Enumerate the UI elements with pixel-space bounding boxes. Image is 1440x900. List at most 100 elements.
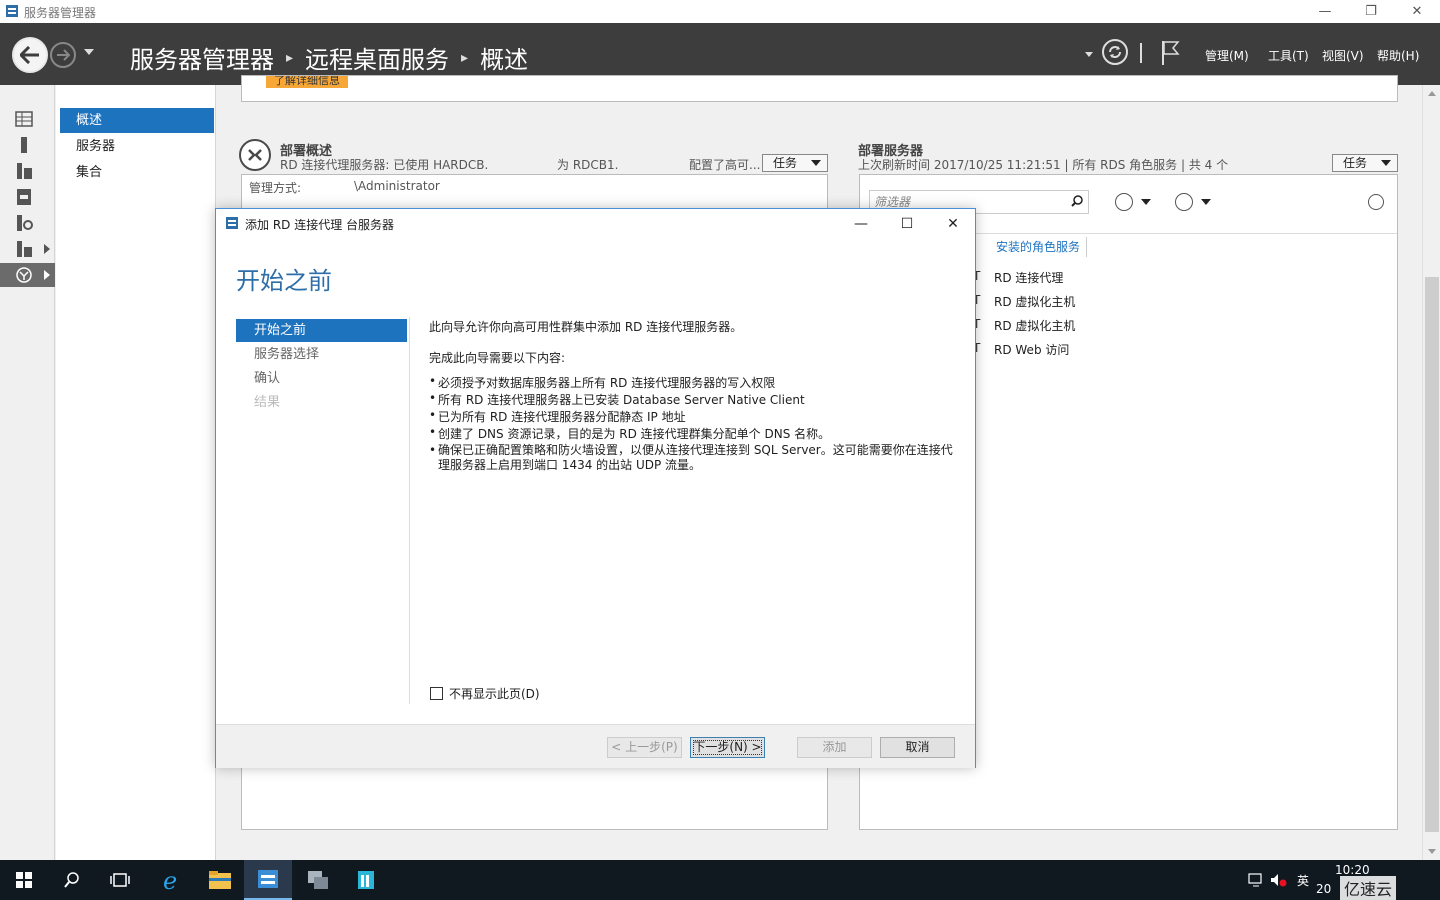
breadcrumb-item[interactable]: 概述 bbox=[480, 40, 528, 75]
welcome-panel: 了解详细信息 bbox=[241, 75, 1398, 102]
server-manager-icon bbox=[226, 217, 238, 229]
history-dropdown-icon[interactable] bbox=[84, 49, 94, 55]
save-query-icon[interactable] bbox=[1175, 193, 1193, 211]
column-header-roles[interactable]: 安装的角色服务 bbox=[990, 237, 1088, 257]
nav-item-overview[interactable]: 概述 bbox=[60, 108, 214, 133]
wizard-step-before-you-begin[interactable]: 开始之前 bbox=[236, 319, 407, 342]
rail-remote-desktop[interactable] bbox=[0, 263, 55, 287]
requirement-item: 创建了 DNS 资源记录，目的是为 RD 连接代理群集分配单个 DNS 名称。 bbox=[429, 425, 954, 442]
save-query-dropdown-icon[interactable] bbox=[1201, 199, 1211, 205]
wizard-heading: 开始之前 bbox=[236, 267, 332, 295]
dialog-close-button[interactable]: ✕ bbox=[930, 209, 976, 239]
vertical-scrollbar[interactable] bbox=[1422, 85, 1440, 860]
wizard-divider bbox=[409, 317, 410, 704]
icon-rail bbox=[0, 85, 55, 860]
forward-arrow-icon bbox=[57, 49, 70, 61]
remote-desktop-icon bbox=[16, 267, 32, 283]
watermark-logo: 亿速云 bbox=[1340, 876, 1397, 900]
start-button[interactable] bbox=[0, 860, 48, 900]
scroll-up-icon[interactable] bbox=[1428, 91, 1436, 96]
minimize-button[interactable]: — bbox=[1302, 0, 1348, 23]
deployment-overview-subtitle-mid: 为 RDCB1. bbox=[557, 158, 619, 172]
app-icon bbox=[358, 871, 374, 889]
nav-item-servers[interactable]: 服务器 bbox=[60, 134, 214, 159]
taskbar-server-manager[interactable] bbox=[244, 860, 292, 900]
iis-icon bbox=[17, 215, 33, 231]
task-view-icon bbox=[110, 873, 130, 887]
forward-button[interactable] bbox=[50, 42, 76, 68]
wizard-step-confirmation[interactable]: 确认 bbox=[236, 367, 407, 390]
breadcrumb-item[interactable]: 服务器管理器 bbox=[130, 40, 274, 75]
close-button[interactable]: ✕ bbox=[1394, 0, 1440, 23]
dialog-title: 添加 RD 连接代理 台服务器 bbox=[245, 218, 395, 232]
next-button[interactable]: 下一步(N) > bbox=[690, 737, 765, 758]
rail-iis[interactable] bbox=[0, 211, 55, 235]
wizard-step-server-selection[interactable]: 服务器选择 bbox=[236, 343, 407, 366]
expand-arrow-icon[interactable] bbox=[44, 270, 50, 280]
task-view-button[interactable] bbox=[96, 860, 144, 900]
rail-local-server[interactable] bbox=[0, 133, 55, 157]
requirement-item: 所有 RD 连接代理服务器上已安装 Database Server Native… bbox=[429, 391, 954, 408]
taskbar-explorer[interactable] bbox=[196, 860, 244, 900]
taskbar-network-tool[interactable] bbox=[294, 860, 342, 900]
scroll-thumb[interactable] bbox=[1425, 277, 1439, 832]
learn-more-button[interactable]: 了解详细信息 bbox=[266, 76, 348, 88]
volume-muted-icon[interactable] bbox=[1270, 873, 1288, 887]
network-icon[interactable] bbox=[1248, 873, 1264, 887]
internet-explorer-icon: e bbox=[163, 868, 177, 892]
menu-view[interactable]: 视图(V) bbox=[1322, 47, 1364, 64]
search-icon bbox=[64, 872, 79, 888]
breadcrumb: 服务器管理器 ▸ 远程桌面服务 ▸ 概述 bbox=[130, 40, 528, 75]
overview-tasks-button[interactable]: 任务 bbox=[762, 154, 828, 172]
previous-button: < 上一步(P) bbox=[607, 737, 682, 758]
add-button: 添加 bbox=[797, 737, 872, 758]
collapse-icon[interactable] bbox=[1368, 194, 1384, 210]
scroll-down-icon[interactable] bbox=[1428, 849, 1436, 854]
filter-placeholder: 筛选器 bbox=[874, 195, 911, 209]
wizard-intro: 此向导允许你向高可用性群集中添加 RD 连接代理服务器。 bbox=[429, 320, 743, 334]
table-row[interactable]: RD 虚拟化主机 bbox=[994, 293, 1075, 310]
taskbar-ie[interactable]: e bbox=[148, 860, 196, 900]
menu-help[interactable]: 帮助(H) bbox=[1377, 47, 1419, 64]
window-titlebar: 服务器管理器 — ❐ ✕ bbox=[0, 0, 1440, 23]
dialog-minimize-button[interactable]: — bbox=[838, 209, 884, 239]
server-manager-icon bbox=[258, 870, 278, 888]
list-options-icon[interactable] bbox=[1115, 193, 1133, 211]
rail-dashboard[interactable] bbox=[0, 107, 55, 131]
nav-list: 概述 服务器 集合 bbox=[56, 85, 216, 860]
breadcrumb-separator-icon: ▸ bbox=[286, 49, 294, 66]
list-options-dropdown-icon[interactable] bbox=[1141, 199, 1151, 205]
clock-time[interactable]: 10:20 bbox=[1335, 863, 1370, 877]
table-row[interactable]: RD Web 访问 bbox=[994, 341, 1069, 358]
table-row[interactable]: RD 虚拟化主机 bbox=[994, 317, 1075, 334]
requirement-item: 已为所有 RD 连接代理服务器分配静态 IP 地址 bbox=[429, 408, 954, 425]
rail-file-services[interactable] bbox=[0, 237, 55, 261]
back-arrow-icon bbox=[20, 46, 39, 64]
servers-tasks-button[interactable]: 任务 bbox=[1332, 154, 1398, 172]
rail-all-servers[interactable] bbox=[0, 159, 55, 183]
breadcrumb-item[interactable]: 远程桌面服务 bbox=[305, 40, 449, 75]
table-row[interactable]: RD 连接代理 bbox=[994, 269, 1063, 286]
search-icon[interactable] bbox=[1071, 195, 1083, 207]
cancel-button[interactable]: 取消 bbox=[880, 737, 955, 758]
search-button[interactable] bbox=[48, 860, 96, 900]
clock-date[interactable]: 20 bbox=[1316, 882, 1331, 896]
notifications-flag-icon[interactable] bbox=[1160, 40, 1180, 66]
expand-arrow-icon[interactable] bbox=[44, 244, 50, 254]
nav-item-collections[interactable]: 集合 bbox=[60, 160, 214, 185]
menu-manage[interactable]: 管理(M) bbox=[1205, 47, 1249, 64]
wizard-step-results: 结果 bbox=[254, 395, 281, 410]
header-dropdown-icon[interactable] bbox=[1085, 52, 1093, 57]
back-button[interactable] bbox=[12, 37, 48, 73]
taskbar-app[interactable] bbox=[342, 860, 390, 900]
dont-show-label[interactable]: 不再显示此页(D) bbox=[449, 685, 540, 702]
dialog-footer: < 上一步(P) 下一步(N) > 添加 取消 bbox=[216, 724, 975, 768]
restore-button[interactable]: ❐ bbox=[1348, 0, 1394, 23]
header-divider bbox=[1140, 43, 1142, 63]
dont-show-checkbox[interactable] bbox=[430, 687, 443, 700]
dialog-maximize-button[interactable]: ☐ bbox=[884, 209, 930, 239]
menu-tools[interactable]: 工具(T) bbox=[1268, 47, 1309, 64]
ime-indicator[interactable]: 英 bbox=[1297, 872, 1309, 889]
refresh-icon[interactable] bbox=[1102, 39, 1128, 65]
rail-file-storage[interactable] bbox=[0, 185, 55, 209]
